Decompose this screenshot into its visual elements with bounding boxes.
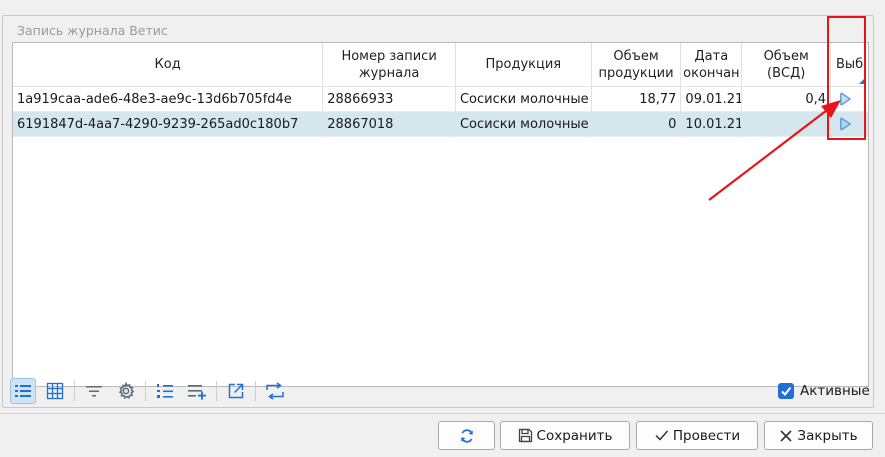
refresh-icon	[460, 428, 473, 443]
active-filter[interactable]: Активные	[778, 383, 870, 399]
group-title: Запись журнала Ветис	[15, 23, 170, 39]
toolbar-separator	[74, 381, 75, 401]
settings-gear-icon	[118, 382, 135, 400]
grid-view-icon	[46, 382, 64, 400]
add-list-icon	[188, 385, 206, 400]
toolbar-separator	[216, 381, 217, 401]
save-icon	[518, 428, 532, 443]
checkmark-icon	[781, 386, 792, 397]
numbered-list-button[interactable]	[152, 378, 178, 404]
active-checkbox[interactable]	[778, 383, 794, 399]
refresh-button[interactable]	[438, 421, 495, 450]
add-list-button[interactable]	[184, 378, 210, 404]
cell-journal-number: 28867018	[323, 112, 456, 137]
filter-icon	[86, 386, 102, 397]
transfer-icon	[266, 382, 284, 400]
export-button[interactable]	[223, 378, 249, 404]
cell-product: Сосиски молочные	[455, 87, 592, 112]
export-icon	[228, 383, 244, 399]
toolbar-separator	[145, 381, 146, 401]
close-button[interactable]: Закрыть	[764, 421, 873, 450]
annotation-highlight-box	[827, 16, 866, 140]
grid-view-button[interactable]	[42, 378, 68, 404]
cell-product: Сосиски молочные	[455, 112, 592, 137]
filter-button[interactable]	[81, 378, 107, 404]
list-view-icon	[15, 385, 31, 397]
cell-journal-number: 28866933	[323, 87, 456, 112]
transfer-button[interactable]	[262, 378, 288, 404]
column-header-volume[interactable]: Объем продукции	[591, 43, 682, 87]
column-header-product[interactable]: Продукция	[455, 43, 592, 87]
cell-volume: 0	[591, 112, 682, 137]
list-view-button[interactable]	[10, 378, 36, 404]
close-icon	[780, 429, 792, 442]
post-button[interactable]: Провести	[636, 421, 758, 450]
active-checkbox-label: Активные	[800, 383, 870, 399]
save-button[interactable]: Сохранить	[500, 421, 630, 450]
column-header-journal-number[interactable]: Номер записи журнала	[323, 43, 456, 87]
journal-group: Запись журнала Ветис Код Номер записи жу…	[2, 15, 874, 408]
check-icon	[655, 430, 668, 441]
close-button-label: Закрыть	[797, 427, 858, 444]
cell-volume: 18,77	[591, 87, 682, 112]
numbered-list-icon	[157, 384, 173, 398]
save-button-label: Сохранить	[536, 427, 613, 444]
footer-divider	[0, 413, 885, 414]
toolbar-separator	[255, 381, 256, 401]
cell-code: 1a919caa-ade6-48e3-ae9c-13d6b705fd4e	[13, 87, 324, 112]
grid-toolbar	[10, 378, 294, 404]
settings-button[interactable]	[113, 378, 139, 404]
post-button-label: Провести	[672, 427, 741, 444]
cell-code: 6191847d-4aa7-4290-9239-265ad0c180b7	[13, 112, 324, 137]
column-header-code[interactable]: Код	[13, 43, 324, 87]
